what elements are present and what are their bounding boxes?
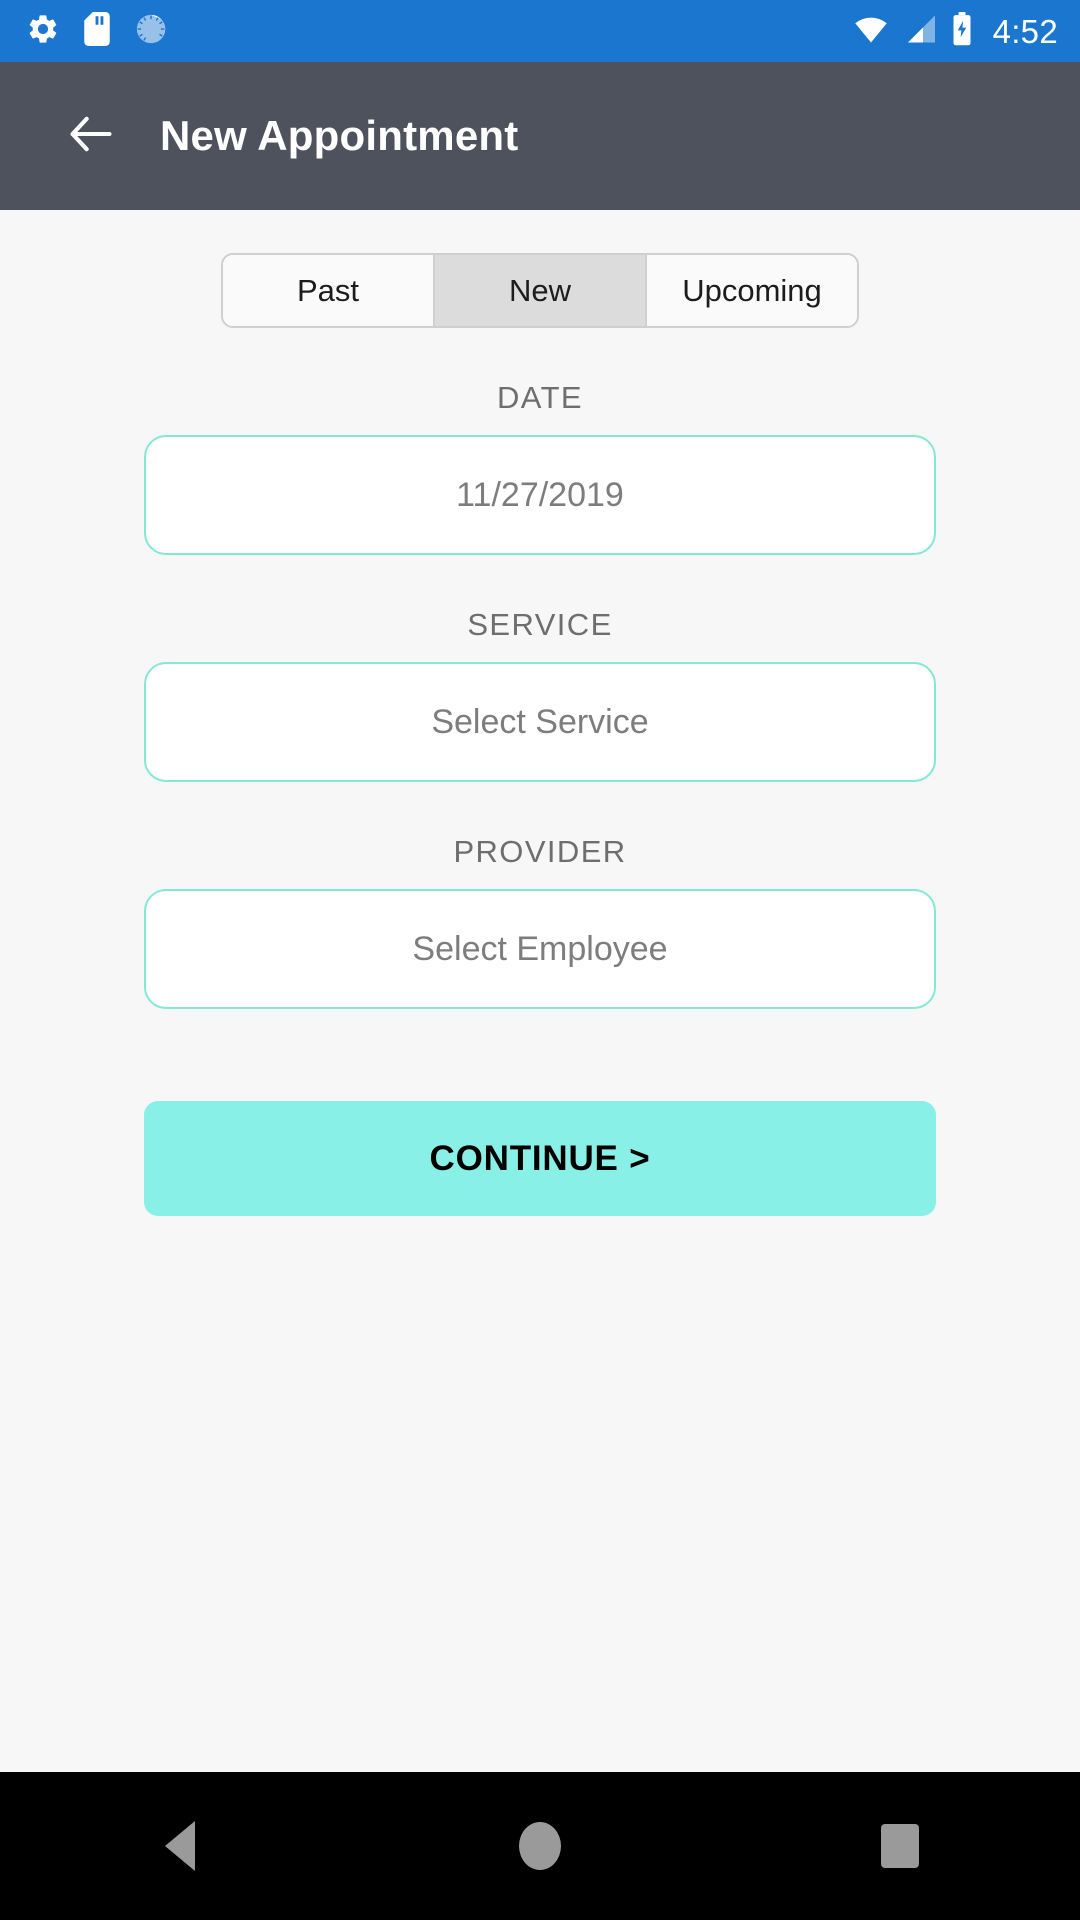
wifi-icon <box>853 14 889 49</box>
content-area: Past New Upcoming DATE 11/27/2019 SERVIC… <box>0 210 1080 1772</box>
sync-progress-icon <box>134 12 168 51</box>
android-navigation-bar <box>0 1772 1080 1920</box>
app-screen: 4:52 New Appointment Past New Upcoming D… <box>0 0 1080 1920</box>
nav-recents-button[interactable] <box>825 1772 975 1920</box>
home-circle-icon <box>519 1822 561 1870</box>
segmented-control-wrapper: Past New Upcoming <box>0 253 1080 328</box>
cellular-signal-icon <box>903 14 937 49</box>
service-select[interactable]: Select Service <box>144 662 936 782</box>
back-button[interactable] <box>36 81 146 191</box>
arrow-back-icon <box>65 108 117 165</box>
date-field-group: DATE 11/27/2019 <box>0 380 1080 555</box>
status-bar-right-icons: 4:52 <box>853 11 1058 51</box>
appointment-type-segmented-control[interactable]: Past New Upcoming <box>221 253 859 328</box>
gear-icon <box>26 12 60 51</box>
nav-back-button[interactable] <box>105 1772 255 1920</box>
provider-label: PROVIDER <box>453 834 627 869</box>
status-bar-left-icons <box>26 11 168 51</box>
back-triangle-icon <box>165 1821 195 1871</box>
sd-card-icon <box>82 11 112 51</box>
status-bar-clock: 4:52 <box>992 12 1058 50</box>
provider-value: Select Employee <box>412 929 668 968</box>
app-bar: New Appointment <box>0 62 1080 210</box>
service-field-group: SERVICE Select Service <box>0 607 1080 782</box>
tab-new[interactable]: New <box>435 255 647 326</box>
continue-button[interactable]: CONTINUE > <box>144 1101 936 1216</box>
tab-upcoming[interactable]: Upcoming <box>647 255 857 326</box>
battery-charging-icon <box>951 11 973 51</box>
service-label: SERVICE <box>467 607 613 642</box>
page-title: New Appointment <box>160 112 519 159</box>
recents-square-icon <box>881 1824 919 1868</box>
provider-field-group: PROVIDER Select Employee <box>0 834 1080 1009</box>
date-input[interactable]: 11/27/2019 <box>144 435 936 555</box>
continue-button-wrapper: CONTINUE > <box>0 1101 1080 1216</box>
provider-select[interactable]: Select Employee <box>144 889 936 1009</box>
status-bar: 4:52 <box>0 0 1080 62</box>
nav-home-button[interactable] <box>465 1772 615 1920</box>
date-label: DATE <box>497 380 583 415</box>
tab-past[interactable]: Past <box>223 255 435 326</box>
date-value: 11/27/2019 <box>456 475 624 514</box>
service-value: Select Service <box>431 702 649 741</box>
